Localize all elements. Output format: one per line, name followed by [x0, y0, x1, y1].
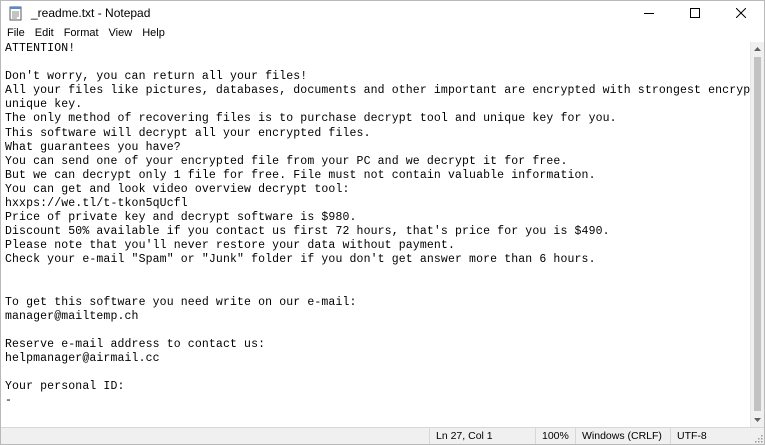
- encoding: UTF-8: [670, 428, 707, 444]
- text-line[interactable]: All your files like pictures, databases,…: [5, 84, 750, 97]
- maximize-button[interactable]: [672, 1, 718, 24]
- text-line[interactable]: You can get and look video overview decr…: [5, 183, 350, 196]
- scroll-up-button[interactable]: [751, 42, 764, 56]
- text-line[interactable]: unique key.: [5, 98, 82, 111]
- text-line[interactable]: ATTENTION!: [5, 42, 75, 55]
- scrollbar-thumb[interactable]: [754, 57, 761, 411]
- text-line[interactable]: Discount 50% available if you contact us…: [5, 225, 610, 238]
- text-editor[interactable]: ATTENTION! Don't worry, you can return a…: [1, 42, 750, 427]
- text-line[interactable]: Price of private key and decrypt softwar…: [5, 211, 357, 224]
- text-line[interactable]: Your personal ID:: [5, 380, 125, 393]
- window-title: _readme.txt - Notepad: [31, 5, 151, 20]
- close-icon: [736, 7, 746, 18]
- text-line[interactable]: To get this software you need write on o…: [5, 296, 357, 309]
- text-line[interactable]: Don't worry, you can return all your fil…: [5, 70, 307, 83]
- vertical-scrollbar[interactable]: [750, 42, 764, 427]
- menu-help[interactable]: Help: [137, 24, 170, 42]
- notepad-icon[interactable]: [8, 5, 24, 21]
- minimize-button[interactable]: [626, 1, 672, 24]
- title-bar[interactable]: _readme.txt - Notepad: [1, 1, 764, 24]
- cursor-position: Ln 27, Col 1: [429, 428, 493, 444]
- text-line[interactable]: manager@mailtemp.ch: [5, 310, 139, 323]
- chevron-up-icon: [754, 47, 761, 51]
- text-line[interactable]: Please note that you'll never restore yo…: [5, 239, 455, 252]
- menu-bar: File Edit Format View Help: [1, 24, 764, 42]
- text-line[interactable]: This software will decrypt all your encr…: [5, 127, 371, 140]
- text-line[interactable]: helpmanager@airmail.cc: [5, 352, 160, 365]
- text-line[interactable]: hxxps://we.tl/t-tkon5qUcfl: [5, 197, 188, 210]
- document-text[interactable]: ATTENTION! Don't worry, you can return a…: [1, 42, 750, 408]
- text-line[interactable]: The only method of recovering files is t…: [5, 112, 617, 125]
- text-line[interactable]: You can send one of your encrypted file …: [5, 155, 568, 168]
- status-bar: Ln 27, Col 1 100% Windows (CRLF) UTF-8: [1, 427, 764, 444]
- zoom-level: 100%: [535, 428, 569, 444]
- menu-file[interactable]: File: [1, 24, 30, 42]
- window-controls: [626, 1, 764, 24]
- chevron-down-icon: [754, 418, 761, 422]
- resize-grip-icon[interactable]: [753, 433, 763, 443]
- text-line[interactable]: Check your e-mail "Spam" or "Junk" folde…: [5, 253, 596, 266]
- text-line[interactable]: -: [5, 394, 12, 407]
- text-line[interactable]: But we can decrypt only 1 file for free.…: [5, 169, 596, 182]
- notepad-window: _readme.txt - Notepad File Edit Format V…: [0, 0, 765, 445]
- line-ending: Windows (CRLF): [575, 428, 662, 444]
- maximize-icon: [690, 7, 700, 18]
- text-line[interactable]: What guarantees you have?: [5, 141, 181, 154]
- menu-edit[interactable]: Edit: [30, 24, 59, 42]
- close-button[interactable]: [718, 1, 764, 24]
- menu-format[interactable]: Format: [59, 24, 104, 42]
- menu-view[interactable]: View: [104, 24, 138, 42]
- minimize-icon: [644, 12, 654, 14]
- text-line[interactable]: Reserve e-mail address to contact us:: [5, 338, 265, 351]
- scroll-down-button[interactable]: [751, 413, 764, 427]
